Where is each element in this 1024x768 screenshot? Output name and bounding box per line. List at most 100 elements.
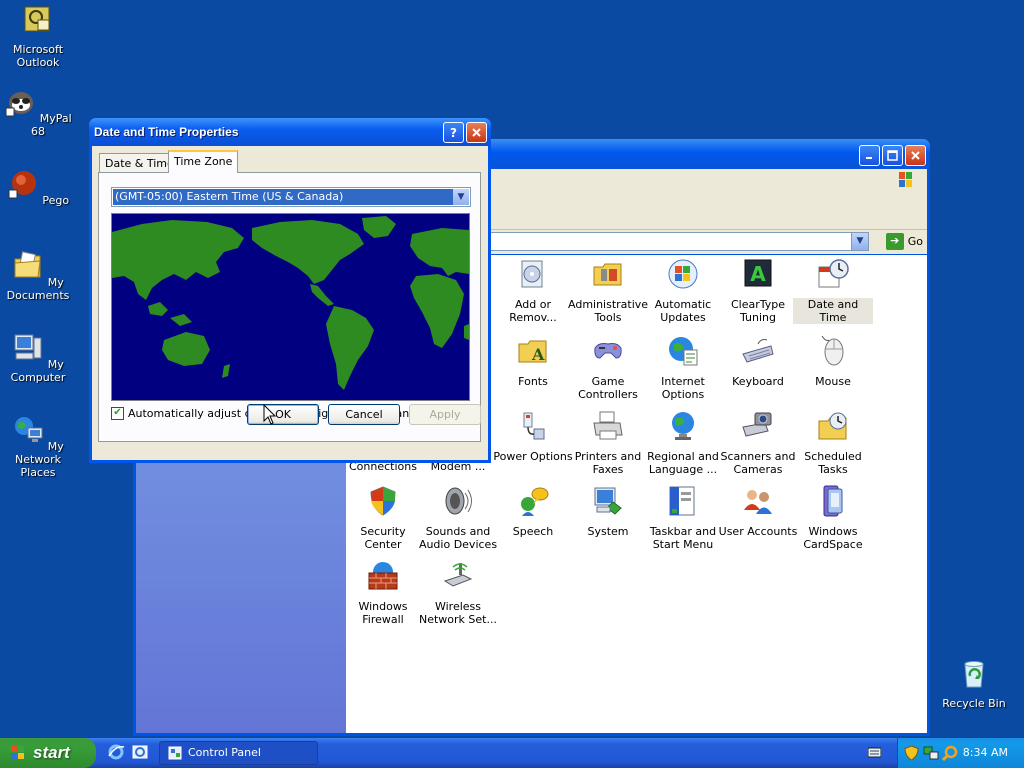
- cp-item-cardspace[interactable]: Windows CardSpace: [793, 484, 873, 551]
- cp-item-security-center[interactable]: Security Center: [343, 484, 423, 551]
- apply-button: Apply: [409, 404, 481, 425]
- desktop-icon-label: Pego: [42, 194, 70, 207]
- search-icon[interactable]: [942, 745, 958, 761]
- desktop-icon-my-computer[interactable]: My Computer: [0, 332, 76, 384]
- ok-button[interactable]: OK: [247, 404, 319, 425]
- item-label: Windows CardSpace: [803, 525, 863, 551]
- checkmark-icon: ✔: [113, 407, 122, 418]
- administrative-tools-icon: [593, 263, 622, 286]
- keyboard-indicator-icon[interactable]: [868, 747, 881, 758]
- help-icon: ?: [450, 125, 457, 140]
- desktop-icon-label: MyPal 68: [31, 112, 72, 138]
- outlook-express-icon[interactable]: [131, 743, 149, 761]
- windows-flag-icon: [11, 746, 24, 759]
- timezone-select[interactable]: (GMT-05:00) Eastern Time (US & Canada) ▼: [111, 187, 471, 207]
- cp-item-power-options[interactable]: Power Options: [493, 409, 573, 463]
- item-label: Mouse: [815, 375, 851, 388]
- desktop-icon-outlook[interactable]: Microsoft Outlook: [0, 4, 76, 69]
- cp-item-taskbar[interactable]: Taskbar and Start Menu: [643, 484, 723, 551]
- cp-item-scanners[interactable]: Scanners and Cameras: [718, 409, 798, 476]
- cp-item-mouse[interactable]: Mouse: [793, 334, 873, 388]
- desktop-icon-recycle-bin[interactable]: Recycle Bin: [936, 658, 1012, 710]
- go-button[interactable]: ➔ Go: [885, 233, 923, 250]
- item-label: Speech: [512, 525, 554, 538]
- svg-text:A: A: [750, 262, 766, 286]
- cp-item-admin-tools[interactable]: Administrative Tools: [568, 257, 648, 324]
- item-label: Taskbar and Start Menu: [649, 525, 717, 551]
- close-icon: [472, 128, 481, 137]
- cardspace-icon: [823, 485, 843, 517]
- close-icon: [911, 151, 920, 160]
- clock[interactable]: 8:34 AM: [963, 738, 1008, 768]
- chevron-down-icon: ▼: [457, 192, 465, 202]
- start-label: start: [33, 743, 70, 762]
- mypal-icon: [5, 92, 34, 117]
- item-label: Keyboard: [732, 375, 784, 388]
- chevron-down-icon: ▼: [856, 236, 864, 246]
- date-time-icon: [818, 259, 849, 288]
- power-options-icon: [523, 412, 545, 440]
- close-button[interactable]: [905, 145, 926, 166]
- cp-item-wireless[interactable]: Wireless Network Set...: [418, 559, 498, 626]
- system-tray: 8:34 AM: [897, 738, 1024, 768]
- cp-item-firewall[interactable]: Windows Firewall: [343, 559, 423, 626]
- item-label: Power Options: [493, 450, 573, 463]
- cp-item-game-controllers[interactable]: Game Controllers: [568, 334, 648, 401]
- help-button[interactable]: ?: [443, 122, 464, 143]
- cp-item-keyboard[interactable]: Keyboard: [718, 334, 798, 388]
- start-button[interactable]: start: [0, 738, 96, 768]
- cp-item-scheduled-tasks[interactable]: Scheduled Tasks: [793, 409, 873, 476]
- desktop-icon-mypal[interactable]: MyPal 68: [0, 86, 76, 138]
- item-label: Administrative Tools: [568, 298, 649, 324]
- cp-item-internet-options[interactable]: Internet Options: [643, 334, 723, 401]
- maximize-button[interactable]: [882, 145, 903, 166]
- cp-item-add-remove[interactable]: Add or Remov...: [493, 257, 573, 324]
- item-label: Fonts: [518, 375, 548, 388]
- speech-icon: [521, 487, 549, 516]
- dialog-title[interactable]: Date and Time Properties: [89, 118, 491, 146]
- cp-item-regional[interactable]: Regional and Language ...: [643, 409, 723, 476]
- cp-item-printers[interactable]: Printers and Faxes: [568, 409, 648, 476]
- cp-item-date-time[interactable]: Date and Time: [793, 257, 873, 324]
- minimize-button[interactable]: [859, 145, 880, 166]
- timezone-dropdown-button[interactable]: ▼: [453, 189, 469, 205]
- item-label: Scheduled Tasks: [804, 450, 862, 476]
- cp-item-fonts[interactable]: A Fonts: [493, 334, 573, 388]
- address-dropdown-button[interactable]: ▼: [851, 233, 868, 250]
- cp-item-system[interactable]: System: [568, 484, 648, 538]
- security-shield-icon[interactable]: [904, 745, 919, 761]
- cp-item-speech[interactable]: Speech: [493, 484, 573, 538]
- desktop-icon-network-places[interactable]: My Network Places: [0, 414, 76, 479]
- item-label: User Accounts: [718, 525, 798, 538]
- taskbar-button-label: Control Panel: [188, 746, 261, 759]
- desktop-icon-pego[interactable]: Pego: [0, 168, 76, 207]
- dialog-close-button[interactable]: [466, 122, 487, 143]
- cp-item-user-accounts[interactable]: User Accounts: [718, 484, 798, 538]
- world-map: [111, 213, 470, 401]
- game-controllers-icon: [594, 343, 622, 359]
- cp-item-sounds[interactable]: Sounds and Audio Devices: [418, 484, 498, 551]
- cp-item-automatic-updates[interactable]: Automatic Updates: [643, 257, 723, 324]
- desktop-icon-my-documents[interactable]: My Documents: [0, 250, 76, 302]
- quick-launch: [107, 743, 149, 761]
- item-label: Wireless Network Set...: [419, 600, 497, 626]
- taskbar-button-control-panel[interactable]: Control Panel: [159, 741, 318, 765]
- my-computer-icon: [14, 334, 42, 360]
- item-label: ClearType Tuning: [730, 298, 786, 324]
- pego-icon: [8, 171, 36, 199]
- item-label: Windows Firewall: [358, 600, 408, 626]
- taskbar: start Control Panel 8:34 AM: [0, 738, 1024, 768]
- tab-time-zone[interactable]: Time Zone: [168, 150, 239, 173]
- internet-explorer-icon[interactable]: [107, 743, 125, 761]
- cp-item-cleartype[interactable]: A ClearType Tuning: [718, 257, 798, 324]
- item-label: Sounds and Audio Devices: [418, 525, 498, 551]
- item-label: Add or Remov...: [509, 298, 557, 324]
- dialog-controls: ?: [443, 122, 487, 143]
- cancel-button[interactable]: Cancel: [328, 404, 400, 425]
- recycle-bin-icon: [964, 661, 984, 688]
- daylight-saving-checkbox[interactable]: ✔: [111, 407, 124, 420]
- printers-icon: [593, 411, 623, 440]
- network-status-icon[interactable]: [923, 745, 939, 761]
- internet-options-icon: [669, 337, 698, 366]
- system-icon: [594, 487, 622, 515]
